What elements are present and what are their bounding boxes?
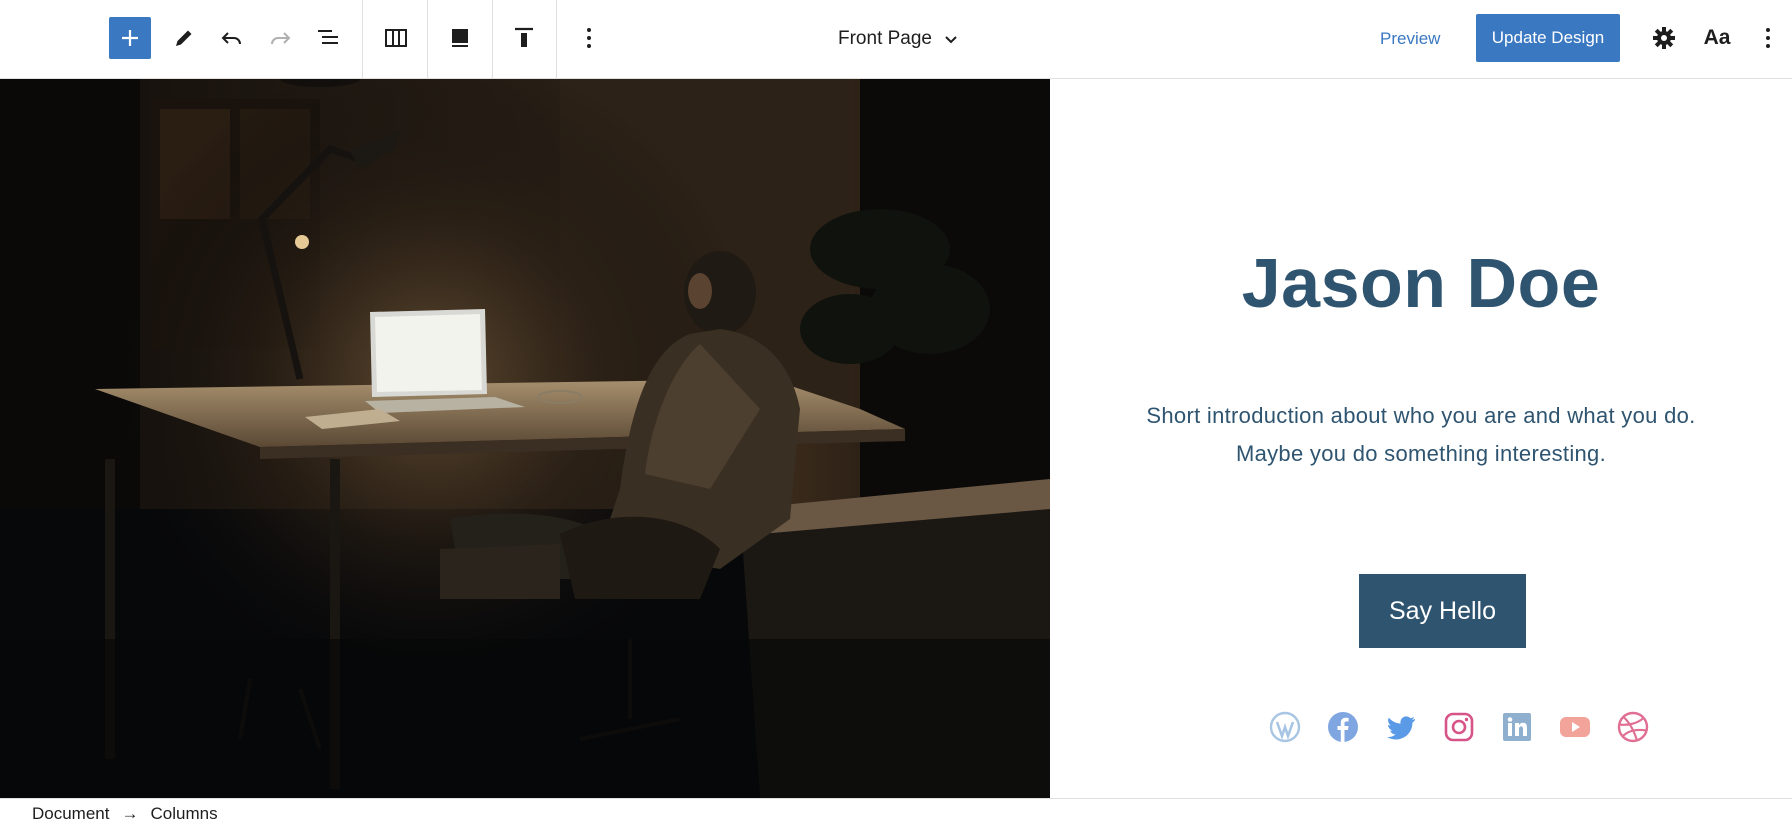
instagram-icon	[1444, 712, 1474, 742]
dribbble-icon	[1617, 711, 1649, 743]
columns-block-button[interactable]	[375, 17, 417, 59]
photo-man-at-desk	[0, 79, 1050, 798]
document-title: Front Page	[838, 28, 932, 49]
facebook-link[interactable]	[1327, 711, 1359, 743]
update-design-button[interactable]: Update Design	[1476, 14, 1620, 62]
settings-button[interactable]	[1643, 17, 1685, 59]
toolbar-divider	[556, 0, 557, 78]
say-hello-button[interactable]: Say Hello	[1359, 574, 1526, 648]
breadcrumb-columns[interactable]: Columns	[150, 804, 217, 824]
align-top-icon	[515, 27, 533, 47]
more-vertical-icon	[1766, 28, 1770, 48]
twitter-icon	[1387, 716, 1415, 740]
styles-button[interactable]: Aa	[1696, 17, 1738, 59]
linkedin-link[interactable]	[1501, 711, 1533, 743]
chevron-down-icon	[945, 36, 957, 44]
wordpress-link[interactable]	[1269, 711, 1301, 743]
social-links	[1269, 707, 1649, 747]
toolbar-divider	[362, 0, 363, 78]
document-title-dropdown[interactable]: Front Page	[838, 22, 960, 56]
vertical-align-button[interactable]	[503, 17, 545, 59]
linkedin-icon	[1503, 713, 1531, 741]
add-block-button[interactable]	[109, 17, 151, 59]
dribbble-link[interactable]	[1617, 711, 1649, 743]
block-breadcrumb: Document → Columns	[0, 798, 1792, 829]
columns-icon	[385, 29, 407, 47]
plus-icon	[122, 30, 138, 46]
breadcrumb-separator: →	[121, 804, 139, 823]
block-options-button[interactable]	[568, 17, 610, 59]
more-vertical-icon	[587, 28, 591, 48]
youtube-link[interactable]	[1559, 711, 1591, 743]
undo-icon	[221, 32, 241, 45]
options-button[interactable]	[1748, 17, 1788, 59]
list-view-button[interactable]	[307, 17, 349, 59]
toolbar-divider	[427, 0, 428, 78]
redo-icon	[271, 32, 291, 45]
gear-icon	[1653, 27, 1675, 49]
cover-block-icon	[452, 29, 468, 47]
site-title-heading[interactable]: Jason Doe	[1050, 243, 1792, 323]
tools-button[interactable]	[163, 17, 205, 59]
block-type-button[interactable]	[439, 17, 481, 59]
hero-image[interactable]	[0, 79, 1050, 798]
editor-toolbar: Front Page Preview Update Design Aa	[0, 0, 1792, 79]
undo-button[interactable]	[211, 17, 253, 59]
pencil-icon	[176, 30, 192, 46]
list-view-icon	[318, 30, 338, 44]
wordpress-icon	[1269, 711, 1301, 743]
breadcrumb-document[interactable]: Document	[32, 804, 109, 824]
facebook-icon	[1328, 712, 1358, 742]
intro-column[interactable]: Jason Doe Short introduction about who y…	[1050, 79, 1792, 798]
redo-button[interactable]	[259, 17, 301, 59]
intro-line: Maybe you do something interesting.	[1235, 441, 1607, 466]
toolbar-divider	[492, 0, 493, 78]
twitter-link[interactable]	[1385, 711, 1417, 743]
preview-button[interactable]: Preview	[1380, 22, 1440, 56]
instagram-link[interactable]	[1443, 711, 1475, 743]
intro-line: Short introduction about who you are and…	[1146, 403, 1696, 428]
intro-paragraph[interactable]: Short introduction about who you are and…	[1050, 397, 1792, 473]
youtube-icon	[1560, 717, 1590, 737]
